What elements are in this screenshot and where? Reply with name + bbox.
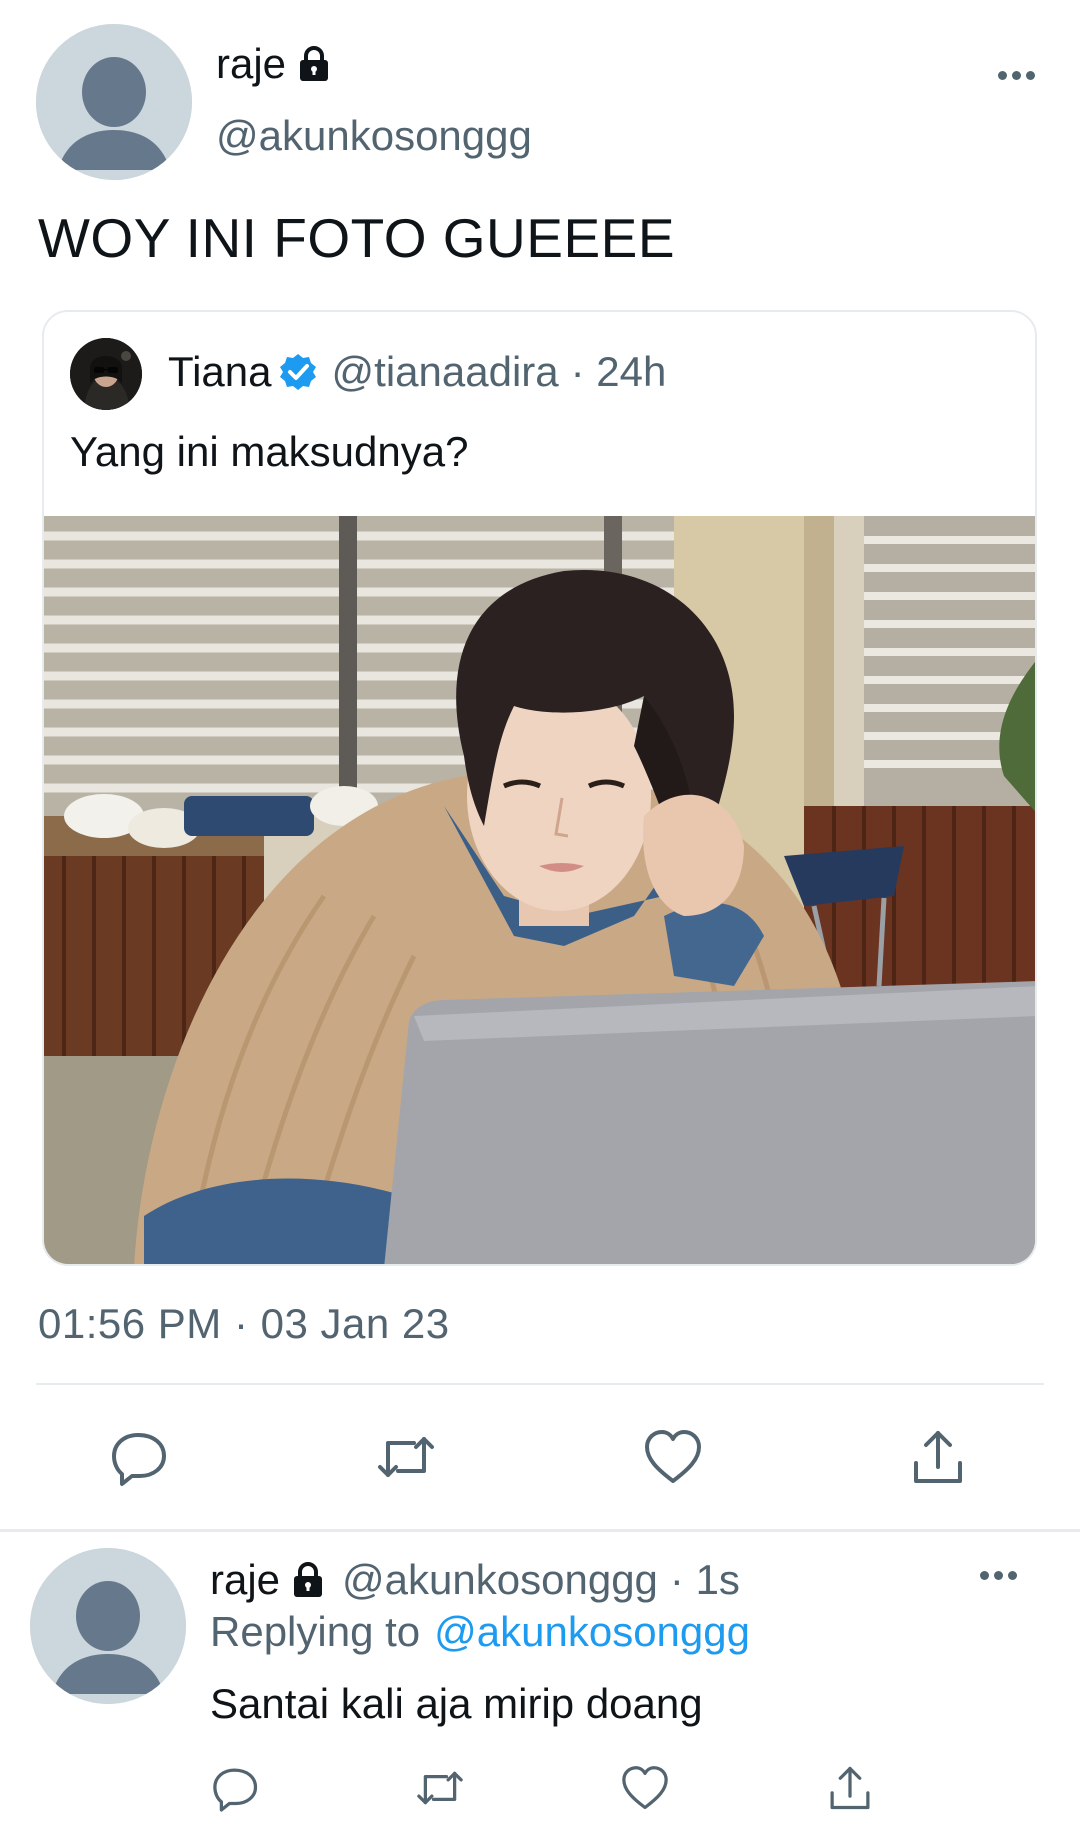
quoted-display-name[interactable]: Tiana (168, 348, 272, 396)
avatar-default-icon (36, 24, 192, 180)
share-icon[interactable] (906, 1425, 970, 1489)
section-divider (0, 1529, 1080, 1532)
photo-illustration (44, 516, 1035, 1264)
reply-icon[interactable] (108, 1425, 172, 1489)
author-name-row[interactable]: raje (216, 40, 334, 88)
replying-to-row: Replying to @akunkosonggg (210, 1608, 750, 1656)
like-icon[interactable] (619, 1762, 671, 1814)
avatar-default-icon (30, 1548, 186, 1704)
author-display-name: raje (216, 40, 287, 87)
reply-time: · 1s (669, 1556, 740, 1603)
quoted-tweet-photo[interactable] (44, 516, 1035, 1264)
reply-author-avatar[interactable] (30, 1548, 186, 1704)
lock-icon (294, 44, 334, 84)
quoted-avatar-image (70, 338, 142, 410)
like-icon[interactable] (641, 1425, 705, 1489)
quoted-author-avatar[interactable] (70, 338, 142, 410)
quoted-tweet-card[interactable]: Tiana @tianaadira · 24h Yang ini maksudn… (42, 310, 1037, 1266)
lock-icon (288, 1560, 328, 1600)
more-icon[interactable] (998, 68, 1038, 82)
quoted-header-row: Tiana @tianaadira · 24h (168, 348, 666, 396)
quoted-tweet-text: Yang ini maksudnya? (70, 428, 469, 475)
more-icon[interactable] (980, 1568, 1020, 1582)
tweet-text: WOY INI FOTO GUEEEE (38, 207, 676, 269)
reply-icon[interactable] (210, 1762, 262, 1814)
verified-icon (278, 352, 318, 392)
retweet-icon[interactable] (414, 1762, 466, 1814)
replying-to-handle[interactable]: @akunkosonggg (434, 1608, 750, 1656)
share-icon[interactable] (824, 1762, 876, 1814)
reply-handle[interactable]: @akunkosonggg (342, 1556, 658, 1604)
author-avatar[interactable] (36, 24, 192, 180)
quoted-time: · 24h (570, 348, 667, 395)
tweet-timestamp[interactable]: 01:56 PM · 03 Jan 23 (38, 1300, 450, 1348)
retweet-icon[interactable] (374, 1425, 438, 1489)
quoted-handle[interactable]: @tianaadira (332, 348, 559, 396)
replying-to-label: Replying to (210, 1608, 421, 1655)
author-handle[interactable]: @akunkosonggg (216, 112, 532, 160)
reply-tweet-text: Santai kali aja mirip doang (210, 1680, 703, 1727)
reply-header-row: raje @akunkosonggg · 1s (210, 1556, 740, 1604)
reply-display-name[interactable]: raje (210, 1556, 280, 1604)
divider (36, 1383, 1044, 1385)
